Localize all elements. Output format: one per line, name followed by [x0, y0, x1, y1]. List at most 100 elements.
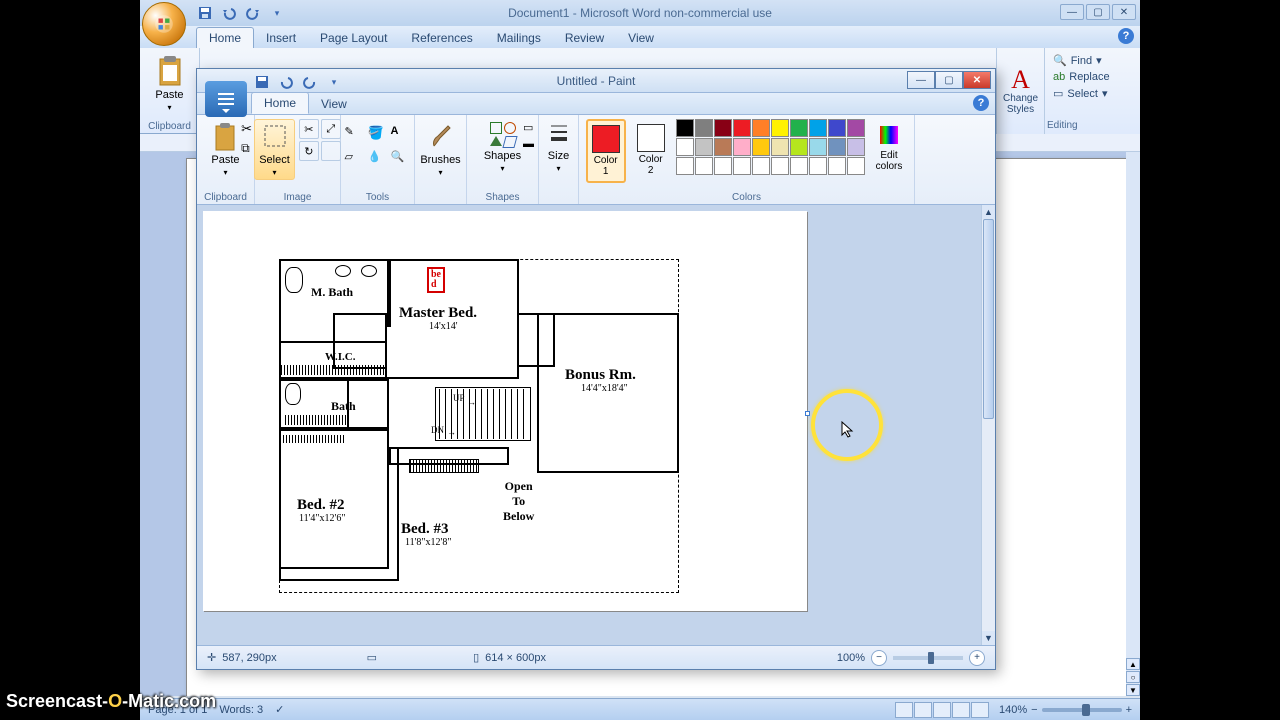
eraser-icon[interactable]: ▱: [345, 150, 365, 172]
color-swatch[interactable]: [752, 119, 770, 137]
undo-icon[interactable]: [220, 4, 238, 22]
color-swatch[interactable]: [714, 119, 732, 137]
zoom-in-button[interactable]: +: [1126, 704, 1132, 716]
picker-icon[interactable]: 💧: [368, 150, 388, 172]
scroll-thumb[interactable]: [983, 219, 994, 419]
color-swatch[interactable]: [771, 138, 789, 156]
zoom-level[interactable]: 140%: [999, 704, 1027, 716]
web-layout-view[interactable]: [933, 702, 951, 718]
word-help-icon[interactable]: ?: [1118, 28, 1134, 44]
color-swatch[interactable]: [771, 119, 789, 137]
color-swatch[interactable]: [847, 138, 865, 156]
resize-icon[interactable]: ⤢: [321, 119, 341, 139]
color-1-button[interactable]: Color 1: [586, 119, 626, 183]
color-swatch[interactable]: [676, 138, 694, 156]
color-swatch[interactable]: [809, 138, 827, 156]
shapes-button[interactable]: Shapes▾: [479, 119, 526, 176]
browse-object-button[interactable]: ○: [1126, 671, 1140, 683]
color-swatch[interactable]: [714, 138, 732, 156]
tab-page-layout[interactable]: Page Layout: [308, 28, 399, 48]
prev-page-button[interactable]: ▲: [1126, 658, 1140, 670]
color-swatch[interactable]: [676, 119, 694, 137]
paint-qat-customize[interactable]: ▾: [325, 73, 343, 91]
color-swatch[interactable]: [790, 119, 808, 137]
color-swatch[interactable]: [790, 138, 808, 156]
brushes-button[interactable]: Brushes▾: [415, 119, 465, 180]
word-paste-button[interactable]: Paste ▾: [150, 52, 189, 115]
paint-menu-button[interactable]: [205, 81, 247, 117]
color-swatch[interactable]: [828, 138, 846, 156]
tab-home[interactable]: Home: [196, 27, 254, 48]
crop-icon[interactable]: ✂: [299, 119, 319, 139]
tab-review[interactable]: Review: [553, 28, 616, 48]
paint-zoom-out[interactable]: −: [871, 650, 887, 666]
word-maximize-button[interactable]: ▢: [1086, 4, 1110, 20]
paint-help-icon[interactable]: ?: [973, 95, 989, 111]
edit-colors-button[interactable]: Edit colors: [871, 119, 908, 175]
scroll-up-icon[interactable]: ▲: [982, 205, 995, 219]
paint-undo-icon[interactable]: [277, 73, 295, 91]
tab-references[interactable]: References: [399, 28, 484, 48]
office-button[interactable]: [142, 2, 186, 46]
paint-titlebar[interactable]: ▾ Untitled - Paint — ▢ ✕: [197, 69, 995, 93]
proofing-icon[interactable]: ✓: [275, 703, 284, 716]
zoom-slider[interactable]: [1042, 708, 1122, 712]
pencil-icon[interactable]: ✎: [345, 125, 365, 147]
magnifier-icon[interactable]: 🔍: [391, 150, 411, 172]
color-swatch[interactable]: [695, 138, 713, 156]
redo-icon[interactable]: [244, 4, 262, 22]
paint-maximize-button[interactable]: ▢: [935, 71, 963, 89]
change-styles-button[interactable]: A Change Styles: [996, 48, 1044, 134]
next-page-button[interactable]: ▼: [1126, 684, 1140, 696]
replace-button[interactable]: abReplace: [1051, 69, 1134, 85]
find-button[interactable]: 🔍Find ▾: [1051, 52, 1134, 69]
paint-paste-button[interactable]: Paste▾: [206, 119, 244, 180]
print-layout-view[interactable]: [895, 702, 913, 718]
canvas[interactable]: be d M. Bath Master Bed. 14'x14' W.I.C. …: [203, 211, 807, 611]
paint-minimize-button[interactable]: —: [907, 71, 935, 89]
word-scrollbar-v[interactable]: [1126, 152, 1140, 696]
color-swatch[interactable]: [847, 119, 865, 137]
paint-redo-icon[interactable]: [301, 73, 319, 91]
text-icon[interactable]: A: [391, 125, 411, 147]
paint-zoom-level[interactable]: 100%: [837, 652, 865, 664]
copy-icon[interactable]: ⧉: [241, 141, 252, 156]
color-swatch[interactable]: [752, 138, 770, 156]
outline-icon[interactable]: ▭: [523, 121, 534, 134]
paint-save-icon[interactable]: [253, 73, 271, 91]
save-icon[interactable]: [196, 4, 214, 22]
draft-view[interactable]: [971, 702, 989, 718]
color-swatch[interactable]: [828, 119, 846, 137]
word-close-button[interactable]: ✕: [1112, 4, 1136, 20]
tab-view[interactable]: View: [616, 28, 666, 48]
select-button[interactable]: Select▾: [254, 119, 295, 180]
size-button[interactable]: Size▾: [543, 119, 575, 176]
color-swatch[interactable]: [733, 119, 751, 137]
paint-scrollbar-v[interactable]: ▲ ▼: [981, 205, 995, 645]
tab-insert[interactable]: Insert: [254, 28, 308, 48]
canvas-handle-right[interactable]: [805, 411, 810, 416]
paint-zoom-slider[interactable]: [893, 656, 963, 660]
color-swatch[interactable]: [809, 119, 827, 137]
scroll-down-icon[interactable]: ▼: [982, 631, 995, 645]
qat-customize-icon[interactable]: ▾: [268, 4, 286, 22]
color-swatch[interactable]: [695, 119, 713, 137]
tab-mailings[interactable]: Mailings: [485, 28, 553, 48]
rotate-icon[interactable]: ↻: [299, 141, 319, 161]
paint-tab-view[interactable]: View: [309, 94, 359, 114]
outline-view[interactable]: [952, 702, 970, 718]
cut-icon[interactable]: ✂: [241, 121, 252, 137]
word-minimize-button[interactable]: —: [1060, 4, 1084, 20]
paint-tab-home[interactable]: Home: [251, 92, 309, 114]
paint-close-button[interactable]: ✕: [963, 71, 991, 89]
fill-icon[interactable]: 🪣: [368, 125, 388, 147]
fill-shape-icon[interactable]: ▬: [523, 138, 534, 150]
zoom-out-button[interactable]: −: [1031, 704, 1037, 716]
color-swatch[interactable]: [733, 138, 751, 156]
select-button[interactable]: ▭Select ▾: [1051, 85, 1134, 102]
word-count[interactable]: Words: 3: [219, 704, 263, 716]
swatch-empty[interactable]: [676, 157, 694, 175]
full-screen-view[interactable]: [914, 702, 932, 718]
color-2-button[interactable]: Color 2: [632, 119, 670, 181]
paint-zoom-in[interactable]: +: [969, 650, 985, 666]
